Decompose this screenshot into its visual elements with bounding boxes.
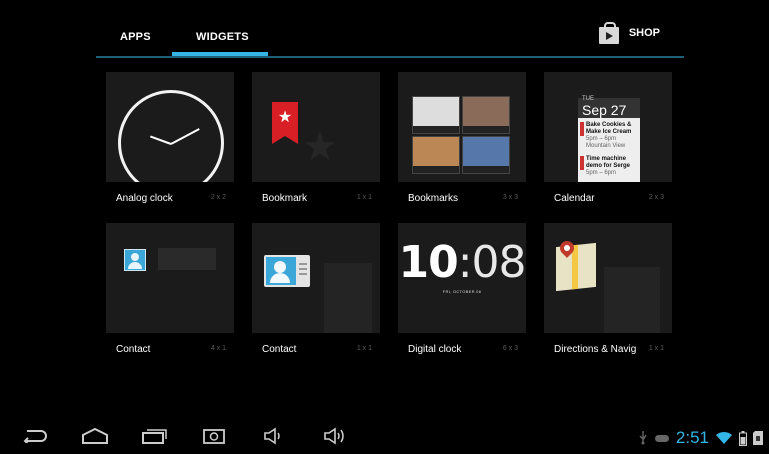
widget-size: 4 x 1 bbox=[210, 345, 226, 352]
widget-contact[interactable]: Contact 1 x 1 bbox=[252, 223, 380, 363]
widget-name: Directions & Navig bbox=[554, 344, 637, 355]
contact-icon bbox=[124, 249, 146, 271]
recent-apps-button[interactable] bbox=[140, 424, 168, 448]
bookmark-thumbnail bbox=[462, 96, 510, 134]
volume-down-icon bbox=[264, 427, 280, 445]
widget-bookmark[interactable]: ★ ★ Bookmark 1 x 1 bbox=[252, 72, 380, 212]
widget-directions[interactable]: Directions & Navig 1 x 1 bbox=[544, 223, 672, 363]
widget-preview bbox=[106, 223, 234, 333]
calendar-event: Bake Cookies & Make Ice Cream 5pm – 6pm … bbox=[586, 122, 632, 149]
widget-name: Bookmark bbox=[262, 193, 308, 204]
widget-contact-wide[interactable]: Contact 4 x 1 bbox=[106, 223, 234, 363]
analog-clock-icon bbox=[118, 90, 224, 182]
widget-name: Analog clock bbox=[116, 193, 173, 204]
widget-preview bbox=[398, 72, 526, 182]
widget-preview bbox=[106, 72, 234, 182]
widget-preview bbox=[544, 223, 672, 333]
bookmark-icon: ★ bbox=[272, 102, 298, 144]
widget-preview: TUE Sep 27 Bake Cookies & Make Ice Cream… bbox=[544, 72, 672, 182]
star-icon: ★ bbox=[302, 125, 338, 169]
widget-name: Contact bbox=[262, 344, 297, 355]
widget-name: Digital clock bbox=[408, 344, 462, 355]
calendar-date: Sep 27 bbox=[582, 102, 627, 118]
battery-icon bbox=[739, 430, 747, 446]
volume-up-icon bbox=[324, 427, 344, 445]
widget-size: 1 x 1 bbox=[648, 345, 664, 352]
tab-apps[interactable]: APPS bbox=[120, 31, 151, 43]
clock-time: 2:51 bbox=[675, 428, 709, 447]
screenshot-button[interactable] bbox=[202, 424, 226, 448]
screenshot-icon bbox=[203, 429, 225, 444]
volume-up-button[interactable] bbox=[322, 424, 350, 448]
widget-size: 2 x 3 bbox=[648, 194, 664, 201]
volume-down-button[interactable] bbox=[262, 424, 286, 448]
widget-name: Bookmarks bbox=[408, 193, 459, 204]
widget-preview: ★ ★ bbox=[252, 72, 380, 182]
back-button[interactable] bbox=[20, 424, 48, 448]
tab-widgets[interactable]: WIDGETS bbox=[196, 31, 249, 43]
widget-size: 1 x 1 bbox=[356, 345, 372, 352]
status-area[interactable]: 2:51 bbox=[638, 428, 763, 448]
widget-name: Calendar bbox=[554, 193, 595, 204]
home-icon bbox=[82, 428, 108, 444]
widget-preview: 10:08 FRI, OCTOBER 06 bbox=[398, 223, 526, 333]
widget-bookmarks[interactable]: Bookmarks 3 x 3 bbox=[398, 72, 526, 212]
bookmark-thumbnail bbox=[462, 136, 510, 174]
home-button[interactable] bbox=[80, 424, 110, 448]
widget-size: 1 x 1 bbox=[356, 194, 372, 201]
back-icon bbox=[23, 430, 47, 443]
shop-button[interactable]: SHOP bbox=[598, 22, 660, 44]
usb-icon bbox=[639, 431, 647, 445]
contact-name-bar bbox=[158, 248, 216, 270]
widget-size: 2 x 2 bbox=[210, 194, 226, 201]
widget-preview bbox=[252, 223, 380, 333]
widget-calendar[interactable]: TUE Sep 27 Bake Cookies & Make Ice Cream… bbox=[544, 72, 672, 212]
bookmark-thumbnail bbox=[412, 96, 460, 134]
widget-size: 3 x 3 bbox=[502, 194, 518, 201]
widget-name: Contact bbox=[116, 344, 151, 355]
contact-card-icon bbox=[264, 255, 310, 287]
widget-digital-clock[interactable]: 10:08 FRI, OCTOBER 06 Digital clock 6 x … bbox=[398, 223, 526, 363]
sd-card-icon bbox=[753, 431, 763, 445]
shop-bag-icon bbox=[598, 22, 619, 44]
widget-size: 6 x 3 bbox=[502, 345, 518, 352]
shop-label: SHOP bbox=[628, 27, 660, 39]
calendar-event: Time machine demo for Serge 5pm – 6pm bbox=[586, 156, 631, 176]
widget-analog-clock[interactable]: Analog clock 2 x 2 bbox=[106, 72, 234, 212]
tab-divider bbox=[96, 56, 684, 58]
wifi-icon bbox=[716, 431, 732, 444]
game-controller-icon bbox=[654, 435, 669, 442]
digital-clock-time: 10:08 bbox=[398, 237, 526, 288]
bookmark-thumbnail bbox=[412, 136, 460, 174]
recent-apps-icon bbox=[142, 429, 167, 444]
digital-clock-date: FRI, OCTOBER 06 bbox=[442, 289, 482, 294]
tab-bar: APPS WIDGETS SHOP bbox=[96, 0, 684, 58]
